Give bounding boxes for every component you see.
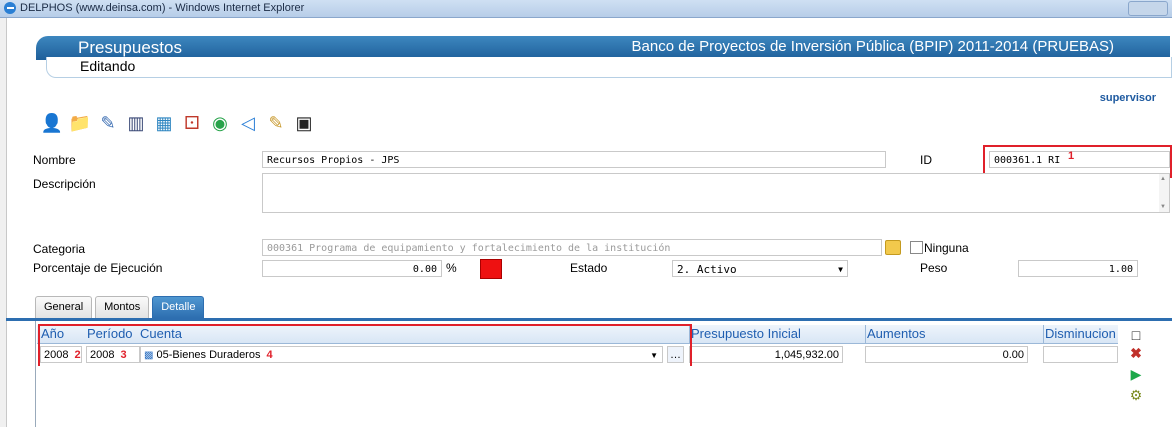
- new-row-icon[interactable]: □: [1128, 327, 1144, 343]
- table-icon[interactable]: ▦: [152, 111, 176, 135]
- toolbar: 👤 📁 ✎ ▥ ▦ ⚀ ◉ ◁ ✎ ▣: [40, 111, 316, 137]
- categoria-field[interactable]: 000361 Programa de equipamiento y fortal…: [262, 239, 882, 256]
- peso-label: Peso: [920, 261, 948, 275]
- mode-bar: Editando: [46, 57, 1172, 78]
- tool-icon[interactable]: ⚙: [1128, 387, 1144, 403]
- presupuesto-cell[interactable]: 1,045,932.00: [689, 346, 843, 363]
- share-icon[interactable]: ◁: [236, 111, 260, 135]
- categoria-label: Categoria: [33, 242, 86, 256]
- estado-label: Estado: [570, 261, 608, 275]
- tab-general[interactable]: General: [35, 296, 93, 318]
- left-frame: [0, 18, 7, 427]
- estado-select[interactable]: 2. Activo ▼: [672, 260, 848, 277]
- porcentaje-field[interactable]: 0.00: [262, 260, 442, 277]
- nombre-label: Nombre: [33, 153, 76, 167]
- user-name[interactable]: supervisor: [1100, 92, 1156, 104]
- disminucion-cell[interactable]: [1043, 346, 1118, 363]
- tab-bar: General Montos Detalle: [35, 296, 205, 318]
- estado-value: 2. Activo: [677, 263, 737, 276]
- edit-icon[interactable]: ✎: [96, 111, 120, 135]
- column-separator: [865, 325, 866, 343]
- ninguna-checkbox[interactable]: [910, 241, 923, 254]
- mode-label: Editando: [80, 58, 136, 74]
- folder-icon[interactable]: 📁: [68, 111, 92, 135]
- nombre-field[interactable]: Recursos Propios - JPS: [262, 151, 886, 168]
- page-title: Presupuestos: [78, 38, 182, 57]
- column-separator: [1043, 325, 1044, 343]
- tab-detalle[interactable]: Detalle: [152, 296, 205, 318]
- pdf-icon[interactable]: ⚀: [180, 111, 204, 135]
- estado-color-swatch: [480, 259, 502, 279]
- column-header[interactable]: Presupuesto Inicial: [691, 326, 801, 341]
- globe-icon[interactable]: ◉: [208, 111, 232, 135]
- chevron-down-icon[interactable]: ▼: [838, 261, 843, 276]
- porcentaje-label: Porcentaje de Ejecución: [33, 261, 163, 275]
- descripcion-field[interactable]: [262, 173, 1170, 213]
- user-icon[interactable]: 👤: [40, 111, 64, 135]
- marker-1: 1: [1068, 150, 1075, 162]
- folder-icon[interactable]: [885, 240, 901, 255]
- window-controls[interactable]: [1128, 1, 1168, 16]
- grid-body: [37, 366, 1118, 427]
- save-icon[interactable]: ▣: [292, 111, 316, 135]
- window-title: DELPHOS (www.deinsa.com) - Windows Inter…: [20, 2, 305, 14]
- delete-row-icon[interactable]: ✖: [1128, 345, 1144, 361]
- ie-logo-icon: [4, 2, 16, 14]
- column-header[interactable]: Aumentos: [867, 326, 926, 341]
- aumentos-cell[interactable]: 0.00: [865, 346, 1028, 363]
- id-label: ID: [920, 153, 932, 167]
- bank-title: Banco de Proyectos de Inversión Pública …: [631, 38, 1114, 55]
- descripcion-label: Descripción: [33, 177, 96, 191]
- percent-sign: %: [446, 261, 457, 275]
- peso-field[interactable]: 1.00: [1018, 260, 1138, 277]
- descripcion-scrollbar[interactable]: [1159, 174, 1169, 212]
- scroll-icon[interactable]: ✎: [264, 111, 288, 135]
- column-header[interactable]: Disminucion: [1045, 326, 1116, 341]
- browser-titlebar: DELPHOS (www.deinsa.com) - Windows Inter…: [0, 0, 1172, 18]
- tab-montos[interactable]: Montos: [95, 296, 150, 318]
- hierarchy-icon[interactable]: ▥: [124, 111, 148, 135]
- ninguna-label: Ninguna: [924, 241, 969, 255]
- play-icon[interactable]: ▶: [1128, 366, 1144, 382]
